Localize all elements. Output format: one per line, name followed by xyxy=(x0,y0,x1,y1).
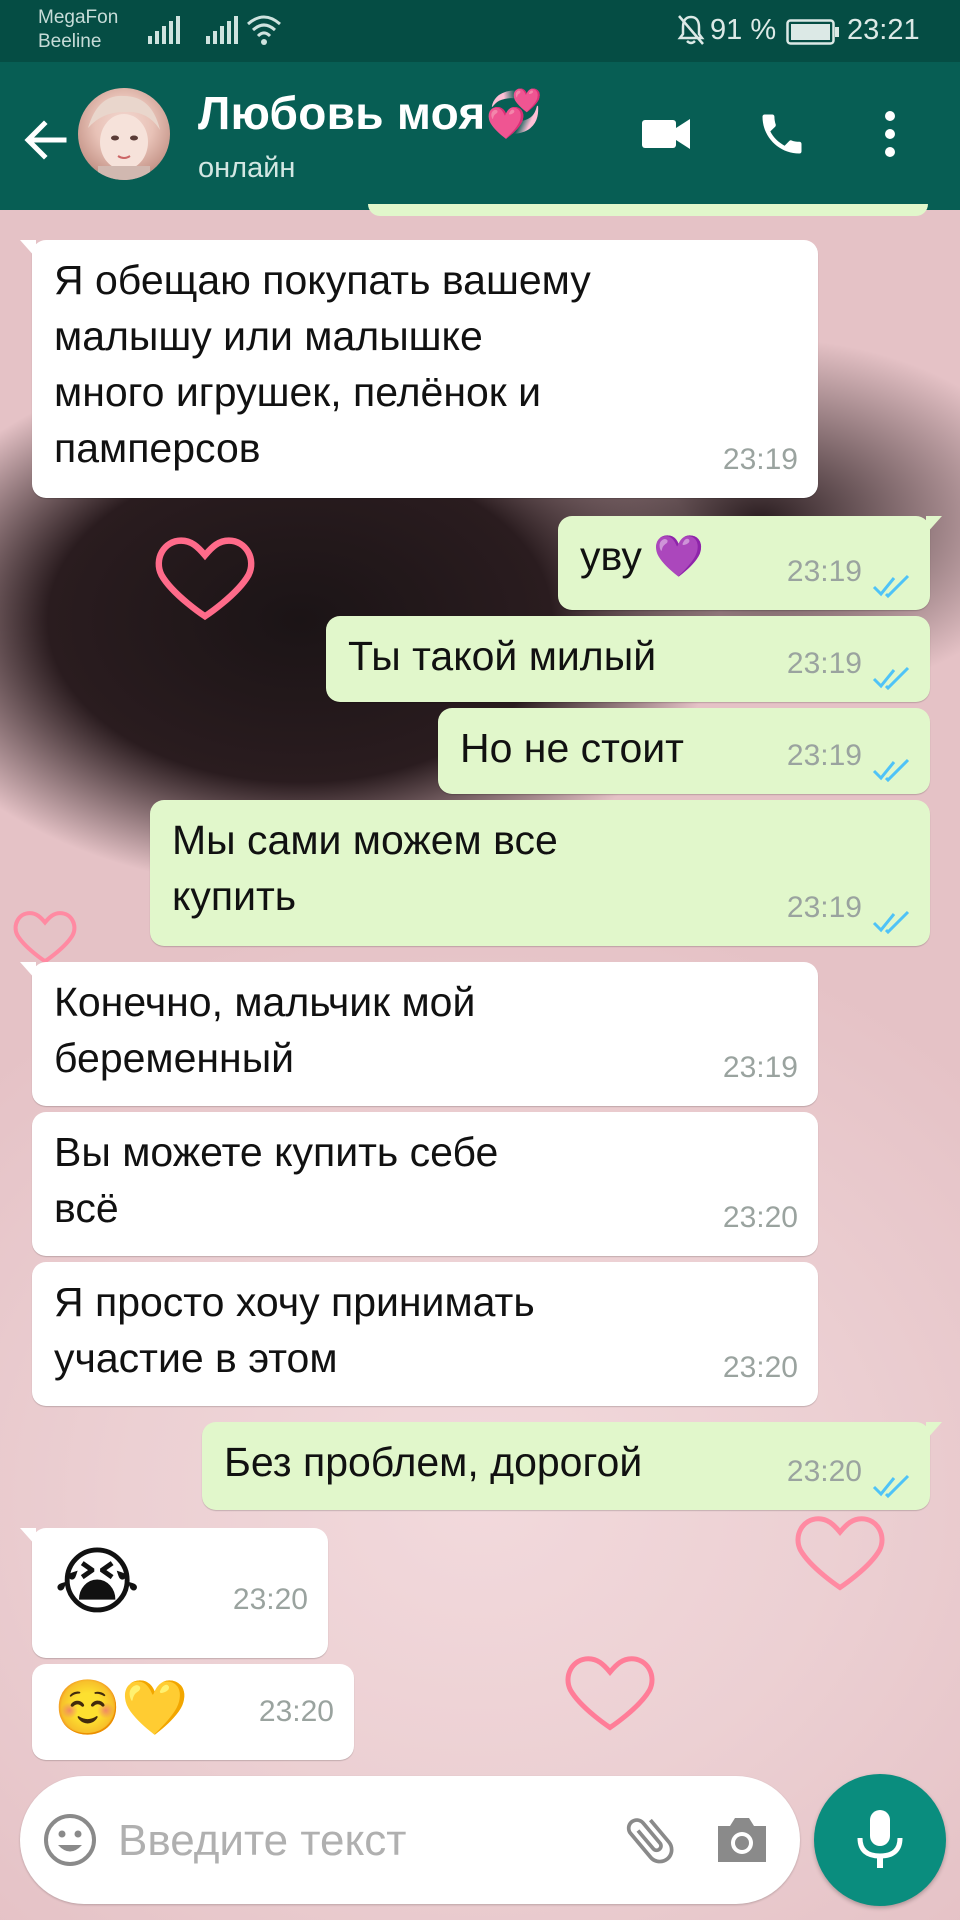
carrier-names: MegaFon Beeline xyxy=(38,6,118,54)
carrier-2: Beeline xyxy=(38,31,102,52)
message-time: 23:20 xyxy=(258,1695,334,1728)
bell-off-icon xyxy=(677,15,705,45)
message-text-line: много игрушек, пелёнок и xyxy=(54,369,542,415)
double-check-icon xyxy=(872,910,910,934)
message-text-line: беременный xyxy=(54,1035,295,1081)
contact-status: онлайн xyxy=(198,152,296,184)
message-incoming[interactable]: Вы можете купить себе всё 23:20 xyxy=(32,1112,818,1256)
message-outgoing[interactable]: Мы сами можем все купить 23:19 xyxy=(150,800,930,946)
message-composer xyxy=(20,1776,800,1904)
emoji-icon[interactable] xyxy=(42,1812,98,1868)
battery-icon xyxy=(786,19,839,45)
arrow-left-icon[interactable] xyxy=(18,112,74,168)
message-text-line: участие в этом xyxy=(54,1335,338,1381)
bubble-tail xyxy=(20,1528,36,1546)
message-text-line: всё xyxy=(54,1185,119,1231)
paperclip-icon[interactable] xyxy=(620,1810,680,1870)
bubble-tail xyxy=(20,240,36,258)
bubble-tail xyxy=(926,516,942,534)
message-text-line: Мы сами можем все xyxy=(172,817,558,863)
message-outgoing[interactable]: уву 💜 23:19 xyxy=(558,516,942,610)
contact-name[interactable]: Любовь моя💞 xyxy=(198,86,543,141)
double-check-icon xyxy=(872,574,910,598)
message-text-line: памперсов xyxy=(54,425,261,471)
bubble-tail xyxy=(926,1422,942,1440)
status-time: 23:21 xyxy=(847,14,920,46)
message-outgoing[interactable]: Ты такой милый 23:19 xyxy=(326,616,930,702)
message-time: 23:19 xyxy=(786,891,862,924)
carrier-1: MegaFon xyxy=(38,7,119,28)
bubble-tail xyxy=(20,962,36,980)
message-incoming[interactable]: ☺️💛 23:20 xyxy=(32,1664,354,1760)
message-input[interactable] xyxy=(116,1806,590,1876)
double-check-icon xyxy=(872,666,910,690)
more-vertical-icon[interactable] xyxy=(880,110,900,158)
microphone-icon xyxy=(857,1810,903,1868)
battery-percent: 91 % xyxy=(710,14,777,46)
signal-icon xyxy=(206,16,238,44)
message-outgoing[interactable]: Без проблем, дорогой 23:20 xyxy=(202,1422,942,1510)
double-check-icon xyxy=(872,758,910,782)
message-incoming[interactable]: 😭 23:20 xyxy=(20,1528,328,1658)
avatar-image xyxy=(88,95,160,180)
phone-icon[interactable] xyxy=(756,108,808,160)
signal-icon xyxy=(148,16,180,44)
message-incoming[interactable]: Конечно, мальчик мой беременный 23:19 xyxy=(20,962,818,1106)
chat-header: Любовь моя💞 онлайн xyxy=(0,62,960,210)
message-time: 23:20 xyxy=(232,1583,308,1616)
message-time: 23:19 xyxy=(786,647,862,680)
message-time: 23:19 xyxy=(786,555,862,588)
message-time: 23:20 xyxy=(722,1351,798,1384)
message-text-line: малышу или малышке xyxy=(54,313,483,359)
video-camera-icon[interactable] xyxy=(640,114,692,154)
message-time: 23:20 xyxy=(786,1455,862,1488)
message-list: Я обещаю покупать вашему малышу или малы… xyxy=(0,204,960,1770)
clipped-outgoing-bubble xyxy=(368,204,928,216)
voice-record-button[interactable] xyxy=(814,1774,946,1906)
avatar[interactable] xyxy=(78,88,170,180)
wifi-icon xyxy=(247,15,281,45)
message-time: 23:19 xyxy=(722,443,798,476)
message-incoming[interactable]: Я просто хочу принимать участие в этом 2… xyxy=(32,1262,818,1406)
message-outgoing[interactable]: Но не стоит 23:19 xyxy=(438,708,930,794)
message-time: 23:19 xyxy=(786,739,862,772)
message-incoming[interactable]: Я обещаю покупать вашему малышу или малы… xyxy=(20,240,818,498)
message-text-line: Я просто хочу принимать xyxy=(54,1279,535,1325)
camera-icon[interactable] xyxy=(714,1814,770,1866)
message-time: 23:19 xyxy=(722,1051,798,1084)
message-text-line: Вы можете купить себе xyxy=(54,1129,499,1175)
message-time: 23:20 xyxy=(722,1201,798,1234)
message-text-line: Конечно, мальчик мой xyxy=(54,979,476,1025)
double-check-icon xyxy=(872,1474,910,1498)
status-bar: MegaFon Beeline 91 % 23:21 xyxy=(0,0,960,62)
message-text-line: Я обещаю покупать вашему xyxy=(54,257,591,303)
